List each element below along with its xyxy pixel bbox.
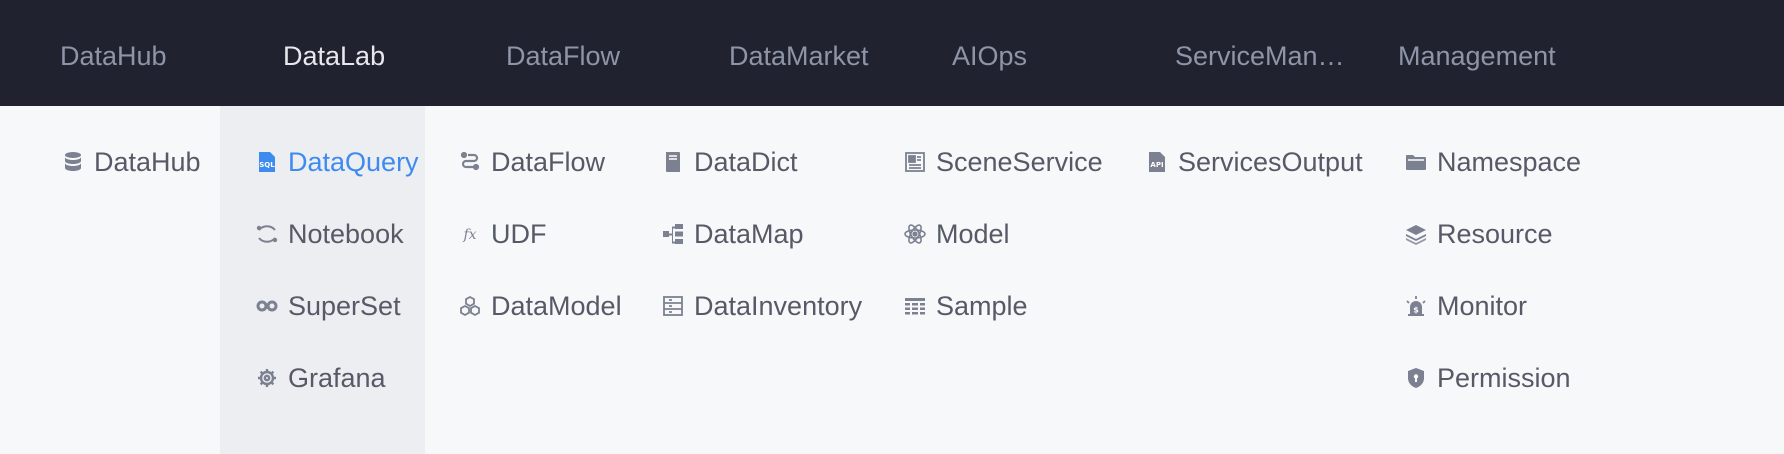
svg-text:SQL: SQL [259, 161, 275, 169]
app-root: DataHub DataLab DataFlow DataMarket AIOp… [0, 0, 1784, 454]
menu-item-label: Permission [1437, 362, 1571, 393]
menu-item-udf[interactable]: fx UDF [457, 214, 547, 254]
menu-item-grafana[interactable]: Grafana [254, 358, 386, 398]
svg-text:$: $ [1413, 306, 1419, 315]
menu-item-label: DataDict [694, 146, 798, 177]
menu-item-model[interactable]: Model [902, 214, 1010, 254]
menu-item-label: Monitor [1437, 290, 1528, 321]
menu-item-label: Sample [936, 290, 1028, 321]
menu-item-label: Grafana [288, 362, 386, 393]
menu-item-label: Resource [1437, 218, 1553, 249]
nav-tab-dataflow[interactable]: DataFlow [506, 0, 620, 106]
menu-item-datamap[interactable]: DataMap [660, 214, 804, 254]
grafana-gear-icon [254, 365, 280, 391]
shield-lock-icon [1403, 365, 1429, 391]
nav-tab-servicemanagement[interactable]: ServiceMan… [1175, 0, 1345, 106]
menu-item-label: DataHub [94, 146, 201, 177]
menu-item-monitor[interactable]: $ Monitor [1403, 286, 1527, 326]
api-file-icon: API [1144, 149, 1170, 175]
flow-icon [457, 149, 483, 175]
folder-icon [1403, 149, 1429, 175]
menu-item-label: DataFlow [491, 146, 606, 177]
menu-item-permission[interactable]: Permission [1403, 358, 1571, 398]
menu-item-label: UDF [491, 218, 547, 249]
menu-item-label: ServicesOutput [1178, 146, 1363, 177]
database-icon [60, 149, 86, 175]
menu-item-resource[interactable]: Resource [1403, 214, 1553, 254]
menu-item-label: Namespace [1437, 146, 1582, 177]
layout-icon [902, 149, 928, 175]
alarm-icon: $ [1403, 293, 1429, 319]
nav-tab-management[interactable]: Management [1398, 0, 1556, 106]
menu-item-label: Model [936, 218, 1010, 249]
notebook-icon [254, 221, 280, 247]
menu-item-label: SuperSet [288, 290, 401, 321]
menu-item-label: SceneService [936, 146, 1103, 177]
menu-item-sample[interactable]: Sample [902, 286, 1028, 326]
svg-text:API: API [1150, 161, 1163, 169]
menu-item-label: DataModel [491, 290, 622, 321]
menu-item-label: DataQuery [288, 146, 419, 177]
layers-icon [1403, 221, 1429, 247]
function-icon: fx [457, 221, 483, 247]
menu-item-datamodel[interactable]: DataModel [457, 286, 622, 326]
menu-item-namespace[interactable]: Namespace [1403, 142, 1581, 182]
tree-map-icon [660, 221, 686, 247]
nav-tab-datamarket[interactable]: DataMarket [729, 0, 869, 106]
table-icon [902, 293, 928, 319]
menu-item-dataflow[interactable]: DataFlow [457, 142, 605, 182]
menu-item-label: DataMap [694, 218, 804, 249]
sql-file-icon: SQL [254, 149, 280, 175]
menu-item-datadict[interactable]: DataDict [660, 142, 798, 182]
menu-item-sceneservice[interactable]: SceneService [902, 142, 1103, 182]
menu-item-notebook[interactable]: Notebook [254, 214, 404, 254]
inventory-icon [660, 293, 686, 319]
nav-tab-datahub[interactable]: DataHub [60, 0, 167, 106]
top-navigation-bar: DataHub DataLab DataFlow DataMarket AIOp… [0, 0, 1784, 106]
mega-menu-panel: DataHub SQL DataQuery Notebook SuperSet … [0, 106, 1784, 454]
menu-item-label: Notebook [288, 218, 404, 249]
menu-item-dataquery[interactable]: SQL DataQuery [254, 142, 419, 182]
menu-item-superset[interactable]: SuperSet [254, 286, 401, 326]
book-icon [660, 149, 686, 175]
menu-item-datainventory[interactable]: DataInventory [660, 286, 862, 326]
menu-item-datahub[interactable]: DataHub [60, 142, 201, 182]
svg-text:fx: fx [462, 227, 476, 243]
infinity-icon [254, 293, 280, 319]
atom-icon [902, 221, 928, 247]
nav-tab-aiops[interactable]: AIOps [952, 0, 1027, 106]
menu-item-servicesoutput[interactable]: API ServicesOutput [1144, 142, 1363, 182]
nav-tab-datalab[interactable]: DataLab [283, 0, 385, 106]
menu-item-label: DataInventory [694, 290, 863, 321]
cubes-icon [457, 293, 483, 319]
